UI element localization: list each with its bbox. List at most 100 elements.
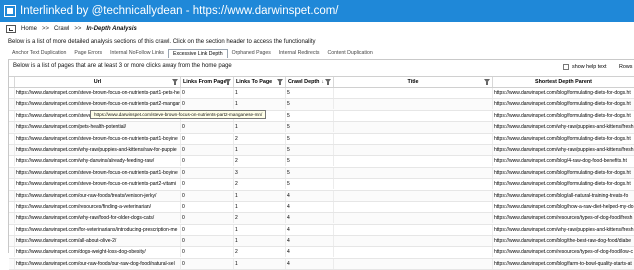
cell-title[interactable] — [334, 110, 493, 121]
cell-title[interactable] — [334, 88, 493, 98]
cell-shortest-depth-parent[interactable]: https://www.darwinspet.com/resources/typ… — [493, 213, 634, 223]
cell-links-from-page[interactable]: 0 — [181, 122, 234, 133]
cell-url[interactable]: https://www.darwinspet.com/for-veterinar… — [15, 224, 181, 235]
cell-url[interactable]: https://www.darwinspet.com/resources/fin… — [15, 201, 181, 212]
cell-crawl-depth[interactable]: 5 — [286, 179, 334, 190]
column-header-links-from-page[interactable]: Links From Page — [181, 77, 234, 87]
cell-crawl-depth[interactable]: 4 — [286, 213, 334, 224]
breadcrumb-crawl[interactable]: Crawl — [54, 26, 69, 32]
cell-links-to-page[interactable]: 1 — [234, 190, 286, 201]
cell-title[interactable] — [334, 156, 493, 167]
column-header-links-to-page[interactable]: Links To Page — [234, 77, 286, 87]
cell-shortest-depth-parent[interactable]: https://www.darwinspet.com/blog/how-a-ra… — [493, 202, 634, 212]
cell-title[interactable] — [334, 201, 493, 212]
cell-shortest-depth-parent[interactable]: https://www.darwinspet.com/why-raw/puppi… — [493, 145, 634, 155]
column-header-title[interactable]: Title — [334, 77, 493, 87]
cell-crawl-depth[interactable]: 4 — [286, 201, 334, 212]
table-row[interactable]: https://www.darwinspet.com/why-raw/puppi… — [9, 144, 634, 157]
cell-links-from-page[interactable]: 0 — [181, 190, 234, 201]
cell-url[interactable]: https://www.darwinspet.com/our-raw-foods… — [15, 190, 181, 201]
cell-shortest-depth-parent[interactable]: https://www.darwinspet.com/why-raw/puppi… — [493, 122, 634, 132]
show-help-text-toggle[interactable]: show help text — [563, 64, 606, 70]
cell-shortest-depth-parent[interactable]: https://www.darwinspet.com/blog/farm-to-… — [493, 259, 634, 269]
cell-crawl-depth[interactable]: 5 — [286, 110, 334, 121]
cell-title[interactable] — [334, 133, 493, 144]
cell-title[interactable] — [334, 144, 493, 155]
cell-url[interactable]: https://www.darwinspet.com/dogs-weight-l… — [15, 247, 181, 258]
cell-links-from-page[interactable]: 0 — [181, 156, 234, 167]
cell-shortest-depth-parent[interactable]: https://www.darwinspet.com/blog/4-raw-do… — [493, 156, 634, 166]
cell-url[interactable]: https://www.darwinspet.com/steve-brown-f… — [15, 133, 181, 144]
filter-icon[interactable] — [277, 79, 283, 85]
cell-links-from-page[interactable]: 0 — [181, 179, 234, 190]
cell-crawl-depth[interactable]: 5 — [286, 122, 334, 133]
cell-title[interactable] — [334, 236, 493, 247]
show-help-text-checkbox[interactable] — [563, 64, 569, 70]
filter-icon[interactable] — [325, 79, 331, 85]
tab-excessive-link-depth[interactable]: Excessive Link Depth — [168, 49, 228, 58]
tab-anchor-text-duplication[interactable]: Anchor Text Duplication — [8, 49, 70, 58]
tab-orphaned-pages[interactable]: Orphaned Pages — [228, 49, 275, 58]
cell-crawl-depth[interactable]: 5 — [286, 156, 334, 167]
cell-title[interactable] — [334, 258, 493, 269]
cell-url[interactable]: https://www.darwinspet.com/steve-brown-f… — [15, 167, 181, 178]
table-row[interactable]: https://www.darwinspet.com/all-about-oli… — [9, 236, 634, 248]
cell-links-from-page[interactable]: 0 — [181, 224, 234, 235]
cell-url[interactable]: https://www.darwinspet.com/all-about-oli… — [15, 236, 181, 247]
cell-links-from-page[interactable]: 0 — [181, 144, 234, 155]
table-row[interactable]: https://www.darwinspet.com/steve-brown-f… — [9, 167, 634, 180]
filter-icon[interactable] — [172, 79, 178, 85]
cell-shortest-depth-parent[interactable]: https://www.darwinspet.com/blog/formulat… — [493, 88, 634, 98]
cell-crawl-depth[interactable]: 5 — [286, 167, 334, 178]
cell-url[interactable]: https://www.darwinspet.com/why-darwins/a… — [15, 156, 181, 167]
cell-shortest-depth-parent[interactable]: https://www.darwinspet.com/blog/formulat… — [493, 111, 634, 121]
tab-page-errors[interactable]: Page Errors — [70, 49, 106, 58]
breadcrumb-home[interactable]: Home — [21, 26, 37, 32]
cell-crawl-depth[interactable]: 5 — [286, 88, 334, 98]
cell-links-to-page[interactable]: 1 — [234, 236, 286, 247]
table-row[interactable]: https://www.darwinspet.com/steve-brown-f… — [9, 179, 634, 191]
cell-links-from-page[interactable]: 0 — [181, 167, 234, 178]
cell-url[interactable]: https://www.darwinspet.com/our-raw-foods… — [15, 258, 181, 269]
cell-links-to-page[interactable]: 1 — [234, 88, 286, 98]
column-header-url[interactable]: Url — [15, 77, 181, 87]
table-row[interactable]: https://www.darwinspet.com/our-raw-foods… — [9, 258, 634, 270]
cell-url[interactable]: https://www.darwinspet.com/why-raw/food-… — [15, 213, 181, 224]
table-row[interactable]: https://www.darwinspet.com/why-darwins/a… — [9, 156, 634, 168]
cell-links-from-page[interactable]: 0 — [181, 258, 234, 269]
cell-title[interactable] — [334, 213, 493, 224]
cell-shortest-depth-parent[interactable]: https://www.darwinspet.com/blog/formulat… — [493, 168, 634, 178]
cell-links-from-page[interactable]: 0 — [181, 236, 234, 247]
cell-links-to-page[interactable]: 1 — [234, 201, 286, 212]
cell-url[interactable]: https://www.darwinspet.com/pets-health-p… — [15, 122, 181, 133]
cell-crawl-depth[interactable]: 5 — [286, 133, 334, 144]
table-row[interactable]: https://www.darwinspet.com/pets-health-p… — [9, 122, 634, 134]
cell-title[interactable] — [334, 224, 493, 235]
cell-title[interactable] — [334, 122, 493, 133]
back-icon[interactable] — [6, 25, 16, 33]
table-row[interactable]: https://www.darwinspet.com/steve-brown-f… — [9, 133, 634, 145]
cell-links-to-page[interactable]: 3 — [234, 167, 286, 178]
cell-crawl-depth[interactable]: 4 — [286, 258, 334, 269]
cell-links-from-page[interactable]: 0 — [181, 247, 234, 258]
tab-internal-nofollow-links[interactable]: Internal NoFollow Links — [106, 49, 168, 58]
cell-links-to-page[interactable]: 1 — [234, 99, 286, 110]
column-header-crawl-depth[interactable]: Crawl Depth ↓ — [286, 77, 334, 87]
cell-links-to-page[interactable]: 1 — [234, 258, 286, 269]
cell-links-from-page[interactable]: 0 — [181, 88, 234, 98]
cell-shortest-depth-parent[interactable]: https://www.darwinspet.com/resources/typ… — [493, 247, 634, 257]
table-row[interactable]: https://www.darwinspet.com/steve-brown-f… — [9, 88, 634, 100]
cell-links-from-page[interactable]: 0 — [181, 213, 234, 224]
cell-title[interactable] — [334, 167, 493, 178]
cell-links-to-page[interactable]: 2 — [234, 179, 286, 190]
cell-url[interactable]: https://www.darwinspet.com/steve-brown-f… — [15, 99, 181, 110]
cell-url[interactable]: https://www.darwinspet.com/steve-brown-f… — [15, 179, 181, 190]
cell-title[interactable] — [334, 247, 493, 258]
cell-shortest-depth-parent[interactable]: https://www.darwinspet.com/why-raw/puppi… — [493, 225, 634, 235]
table-row[interactable]: https://www.darwinspet.com/why-raw/food-… — [9, 213, 634, 225]
cell-title[interactable] — [334, 99, 493, 110]
filter-icon[interactable] — [225, 79, 231, 85]
filter-icon[interactable] — [484, 79, 490, 85]
cell-title[interactable] — [334, 190, 493, 201]
cell-shortest-depth-parent[interactable]: https://www.darwinspet.com/blog/formulat… — [493, 99, 634, 109]
